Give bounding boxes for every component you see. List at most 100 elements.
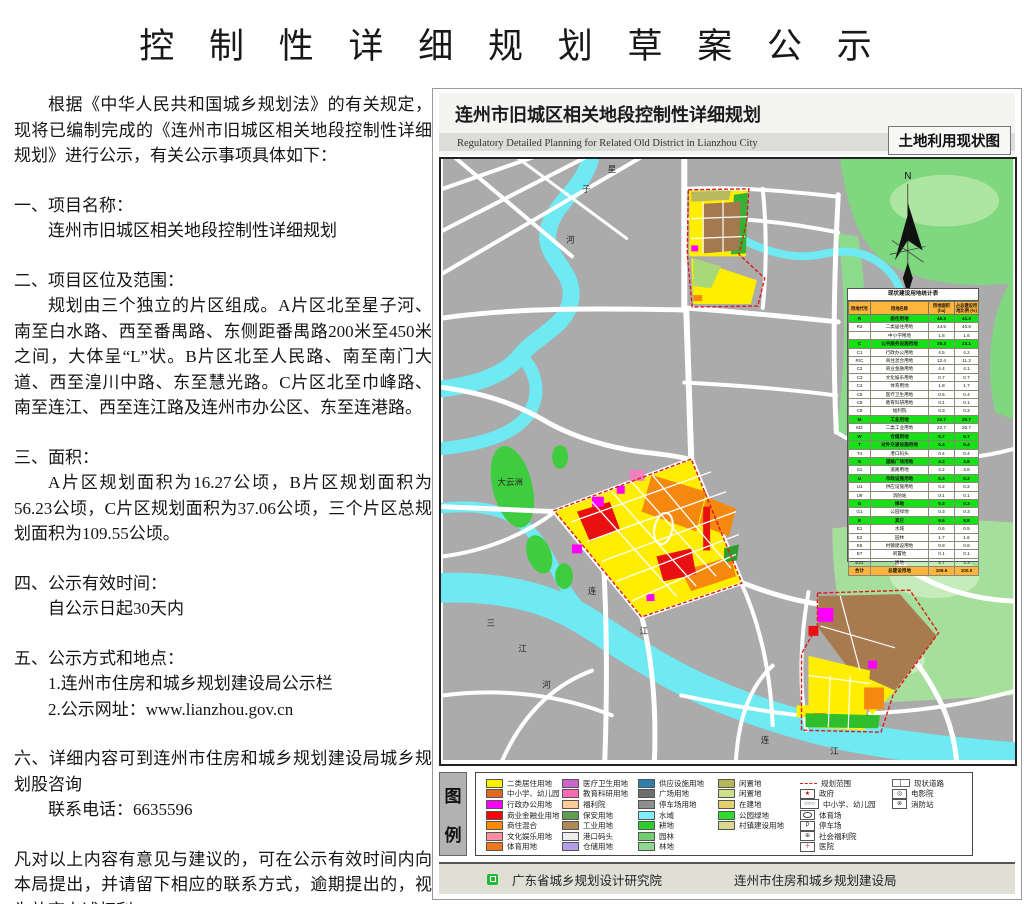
road-icon — [892, 779, 910, 787]
legend-item: 行政办公用地 — [486, 799, 562, 810]
legend-label: 电影院 — [911, 788, 934, 799]
section-heading: 二、项目区位及范围： — [14, 268, 432, 294]
政府-icon: ★ — [800, 789, 815, 799]
中小学、幼儿园-icon: ○○○ — [800, 799, 819, 809]
legend-swatch — [718, 779, 735, 788]
legend-swatch — [638, 821, 655, 830]
table-row: S道路广场用地4.23.8 — [849, 457, 979, 465]
svg-text:三: 三 — [487, 618, 495, 628]
医院-icon: ＋ — [800, 842, 815, 852]
table-row: M工业用地22.720.7 — [849, 415, 979, 423]
table-row: E6村镇建设用地0.80.8 — [849, 541, 979, 549]
table-row: C5医疗卫生用地0.50.4 — [849, 390, 979, 398]
section-heading: 六、详细内容可到连州市住房和城乡规划建设局城乡规划股咨询 — [14, 746, 432, 797]
plan-boundary-icon — [800, 783, 817, 784]
legend-item: 在建地 — [718, 799, 800, 810]
notice-body: 根据《中华人民共和国城乡规划法》的有关规定，现将已编制完成的《连州市旧城区相关地… — [14, 92, 432, 904]
legend-label: 中小学、幼儿园 — [823, 799, 876, 810]
legend-item: ＋医院 — [800, 842, 892, 853]
svg-text:河: 河 — [542, 679, 551, 689]
legend-label: 闲置地 — [739, 778, 762, 789]
legend-label: 工业用地 — [583, 820, 613, 831]
legend-swatch — [638, 800, 655, 809]
legend-label: 文化娱乐用地 — [507, 831, 552, 842]
legend-swatch — [718, 811, 735, 820]
legend-swatch — [486, 800, 503, 809]
legend-swatch — [562, 811, 579, 820]
停车场-icon: P — [800, 821, 815, 831]
map-type-label: 土地利用现状图 — [888, 126, 1012, 155]
notice-sections: 一、项目名称：连州市旧城区相关地段控制性详细规划二、项目区位及范围：规划由三个独… — [14, 193, 432, 823]
designer-name: 广东省城乡规划设计研究院 — [512, 870, 662, 889]
legend-column: 二类居住用地中小学、幼儿园行政办公用地商业金融业用地商住混合文化娱乐用地体育用地 — [486, 778, 562, 855]
table-row: G1公园绿地0.30.3 — [849, 508, 979, 516]
legend-item: 文化娱乐用地 — [486, 831, 562, 842]
legend-column: 现状道路◎电影院⊗消防站 — [892, 778, 972, 855]
legend-column: 医疗卫生用地教育科研用地福利院保安用地工业用地港口码头仓储用地 — [562, 778, 638, 855]
legend-label: 水域 — [659, 810, 674, 821]
legend-item: ★ 政府 — [800, 789, 892, 800]
legend-item: 中小学、幼儿园 — [486, 789, 562, 800]
legend-label: 二类居住用地 — [507, 778, 552, 789]
stats-header-cell: 用地代号 — [849, 302, 871, 315]
legend-label: 保安用地 — [583, 810, 613, 821]
table-row: U市政设施用地0.30.3 — [849, 474, 979, 482]
legend-item: 村镇建设用地 — [718, 820, 800, 831]
table-row: E其它9.68.8 — [849, 516, 979, 524]
table-row: C1行政办公用地4.54.2 — [849, 348, 979, 356]
legend-label: 政府 — [819, 788, 834, 799]
legend-label: 港口码头 — [583, 831, 613, 842]
legend-swatch — [562, 832, 579, 841]
table-row: E7闲置地0.10.1 — [849, 550, 979, 558]
legend-label: 商业金融业用地 — [507, 810, 560, 821]
legend-item: ◎电影院 — [892, 789, 972, 800]
svg-text:连: 连 — [588, 586, 597, 596]
table-row: C9福利院0.30.3 — [849, 407, 979, 415]
legend-item: 教育科研用地 — [562, 789, 638, 800]
legend-swatch — [638, 779, 655, 788]
legend-label: 林地 — [659, 841, 674, 852]
public-notice-page: 控 制 性 详 细 规 划 草 案 公 示 根据《中华人民共和国城乡规划法》的有… — [0, 0, 1024, 904]
table-row: E21耕地4.74.3 — [849, 558, 979, 566]
legend-title-box: 图 例 — [439, 772, 467, 856]
legend-column: 闲置地闲置地在建地公园绿地村镇建设用地 — [718, 778, 800, 855]
legend-column: 规划范围★政府○○○中小学、幼儿园体育场P停车场⊕社会福利院＋医院 — [800, 778, 892, 855]
legend-label: 医疗卫生用地 — [583, 778, 628, 789]
section-heading: 五、公示方式和地点： — [14, 646, 432, 672]
legend-item: ⊗消防站 — [892, 799, 972, 810]
notice-intro: 根据《中华人民共和国城乡规划法》的有关规定，现将已编制完成的《连州市旧城区相关地… — [14, 92, 432, 169]
legend-swatch — [718, 800, 735, 809]
legend-item: 福利院 — [562, 799, 638, 810]
消防站-icon: ⊗ — [892, 799, 907, 809]
legend-label: 闲置地 — [739, 788, 762, 799]
table-row: G绿地0.30.3 — [849, 499, 979, 507]
legend-item: 仓储用地 — [562, 842, 638, 853]
stats-header-cell: 用地面积 (ha) — [929, 302, 955, 315]
table-row: S1道路用地4.23.8 — [849, 466, 979, 474]
legend-swatch — [562, 800, 579, 809]
legend-item: 规划范围 — [800, 778, 892, 789]
legend-item: 医疗卫生用地 — [562, 778, 638, 789]
map-title: 连州市旧城区相关地段控制性详细规划 — [439, 93, 1015, 127]
table-row: W仓储用地0.70.7 — [849, 432, 979, 440]
legend-label: 公园绿地 — [739, 810, 769, 821]
section-line: 规划由三个独立的片区组成。A片区北至星子河、南至白水路、西至番禺路、东侧距番禺路… — [14, 293, 432, 421]
社会福利院-icon: ⊕ — [800, 831, 815, 841]
legend-swatch — [486, 811, 503, 820]
legend-swatch — [718, 821, 735, 830]
legend-item: ○○○ 中小学、幼儿园 — [800, 799, 892, 810]
legend-swatch — [638, 832, 655, 841]
table-row: C4体育用地1.81.7 — [849, 382, 979, 390]
table-row: U1供应设施用地0.20.2 — [849, 483, 979, 491]
legend-swatch — [486, 779, 503, 788]
authority-name: 连州市住房和城乡规划建设局 — [734, 870, 897, 889]
section-heading: 四、公示有效时间： — [14, 571, 432, 597]
section-heading: 一、项目名称： — [14, 193, 432, 219]
map-legend: 图 例 二类居住用地中小学、幼儿园行政办公用地商业金融业用地商住混合文化娱乐用地… — [439, 772, 1015, 856]
page-title: 控 制 性 详 细 规 划 草 案 公 示 — [0, 18, 1024, 69]
legend-swatch — [718, 789, 735, 798]
table-row: C2商业金融用地4.44.1 — [849, 365, 979, 373]
legend-items: 二类居住用地中小学、幼儿园行政办公用地商业金融业用地商住混合文化娱乐用地体育用地… — [475, 772, 973, 856]
svg-text:江: 江 — [640, 626, 649, 636]
table-row: E2园林1.71.6 — [849, 533, 979, 541]
